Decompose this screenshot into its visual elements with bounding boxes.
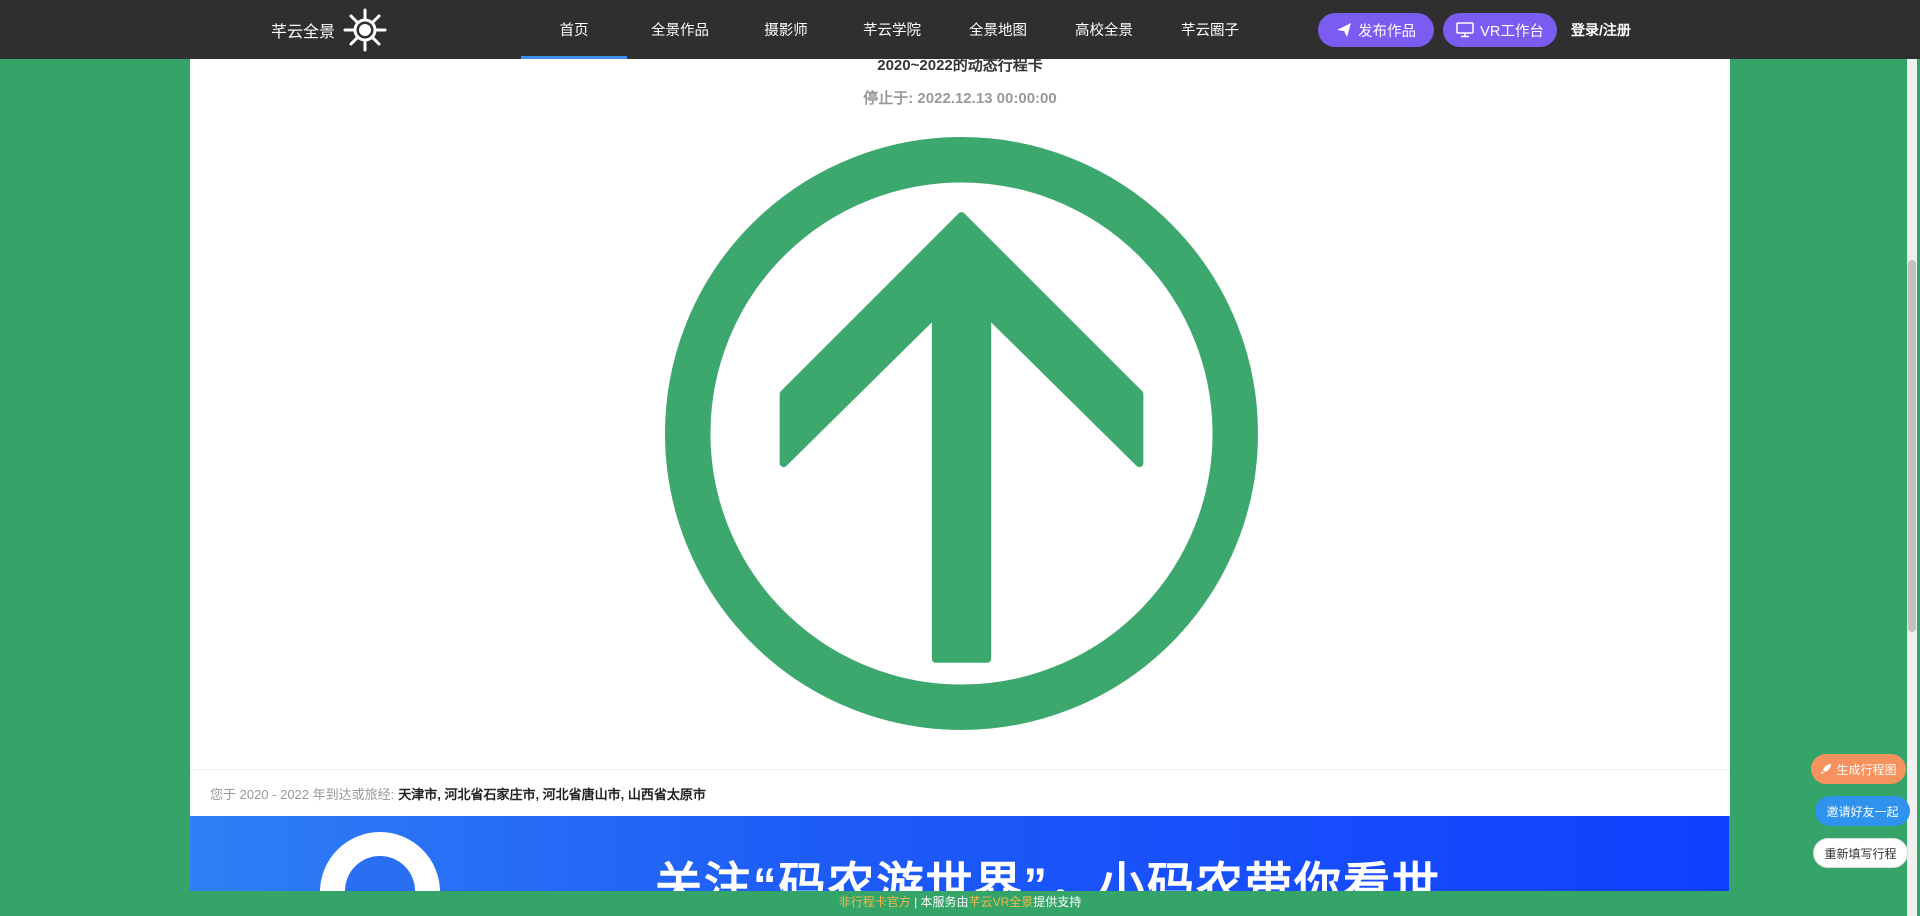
login-register-link[interactable]: 登录/注册: [1571, 0, 1631, 59]
up-arrow-circle-icon: [665, 137, 1258, 730]
vr-workbench-button[interactable]: VR工作台: [1443, 13, 1557, 47]
footer-provided-by: 本服务由: [920, 895, 969, 909]
nav-item-community[interactable]: 芊云圈子: [1157, 0, 1263, 59]
publish-label: 发布作品: [1358, 23, 1416, 40]
promo-banner[interactable]: 关注“码农游世界”，小码农带你看世: [190, 816, 1729, 891]
generate-trip-map-button[interactable]: 生成行程图: [1811, 754, 1906, 784]
nav-item-home[interactable]: 首页: [521, 0, 627, 59]
brand[interactable]: 芊云全景: [271, 0, 387, 59]
vr-label: VR工作台: [1480, 23, 1544, 40]
publish-button[interactable]: 发布作品: [1318, 13, 1434, 47]
footer-disclaimer: 非行程卡官方: [838, 895, 911, 909]
paper-plane-icon: [1337, 23, 1351, 37]
footer-support: 提供支持: [1033, 895, 1082, 909]
nav-item-campus-panorama[interactable]: 高校全景: [1051, 0, 1157, 59]
top-navbar: 芊云全景 首页 全景作品 摄影师 芊云学院 全景地图 高校全景 芊云圈子 发布作…: [0, 0, 1920, 59]
nav-item-panorama-map[interactable]: 全景地图: [945, 0, 1051, 59]
stopped-time: 停止于: 2022.12.13 00:00:00: [863, 90, 1057, 107]
rocket-icon: [1821, 764, 1832, 774]
footer-provider-link[interactable]: 芊云VR全景: [969, 895, 1034, 909]
refill-trip-button[interactable]: 重新填写行程: [1813, 838, 1908, 868]
banner-text: 关注“码农游世界”，小码农带你看世: [655, 858, 1441, 891]
scrollbar-thumb[interactable]: [1908, 260, 1916, 632]
visited-cities: 您于 2020 - 2022 年到达或旅经: 天津市, 河北省石家庄市, 河北省…: [190, 769, 1730, 816]
brand-name: 芊云全景: [271, 23, 336, 41]
footer-sep: |: [910, 895, 921, 909]
trip-card: 2020~2022的动态行程卡 停止于: 2022.12.13 00:00:00…: [190, 59, 1730, 816]
invite-friends-button[interactable]: 邀请好友一起: [1815, 796, 1910, 826]
logo-wheel-icon: [343, 8, 387, 51]
cities-label: 您于 2020 - 2022 年到达或旅经:: [210, 786, 395, 802]
generate-label: 生成行程图: [1836, 762, 1897, 777]
nav-item-academy[interactable]: 芊云学院: [839, 0, 945, 59]
cities-value: 天津市, 河北省石家庄市, 河北省唐山市, 山西省太原市: [398, 786, 706, 802]
monitor-icon: [1456, 22, 1474, 38]
nav-item-photographers[interactable]: 摄影师: [733, 0, 839, 59]
nav-item-panorama-works[interactable]: 全景作品: [627, 0, 733, 59]
card-title: 2020~2022的动态行程卡: [877, 59, 1043, 74]
main-nav: 首页 全景作品 摄影师 芊云学院 全景地图 高校全景 芊云圈子: [521, 0, 1263, 59]
footer: 非行程卡官方 | 本服务由芊云VR全景提供支持: [0, 893, 1920, 910]
